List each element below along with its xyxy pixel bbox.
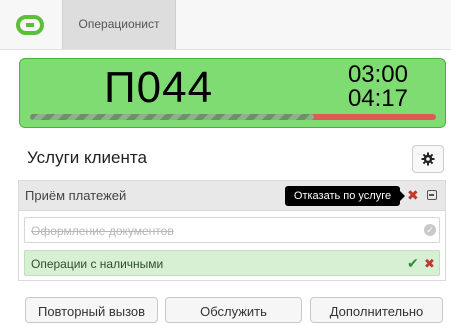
ticket-number: П044 <box>104 63 214 112</box>
service-item-label: Оформление документов <box>31 224 174 238</box>
tooltip-arrow <box>400 191 405 201</box>
check-circle-icon: ✓ <box>424 224 436 236</box>
check-icon[interactable]: ✔ <box>407 255 419 272</box>
section-title: Услуги клиента <box>27 148 147 167</box>
service-group-label: Приём платежей <box>25 188 127 203</box>
collapse-icon[interactable] <box>427 190 437 200</box>
tooltip: Отказать по услуге <box>285 186 400 206</box>
timer-secondary: 04:17 <box>347 85 408 112</box>
serve-button[interactable]: Обслужить <box>165 297 302 323</box>
settings-button[interactable] <box>412 145 444 173</box>
service-item-label: Операции с наличными <box>31 257 164 271</box>
tab-operator[interactable]: Операционист <box>62 0 176 49</box>
gear-icon <box>421 152 435 166</box>
service-group-header[interactable]: Приём платежей Отказать по услуге ✖ <box>19 181 445 211</box>
recall-button[interactable]: Повторный вызов <box>25 297 158 323</box>
ticket-panel: П044 03:00 04:17 <box>19 58 446 128</box>
top-bar: Операционист <box>0 0 451 50</box>
reject-icon[interactable]: ✖ <box>424 256 435 272</box>
service-time-progress <box>30 114 436 120</box>
services-list: Приём платежей Отказать по услуге ✖ Офор… <box>18 180 446 281</box>
ring-logo-icon <box>16 15 44 35</box>
service-item[interactable]: Оформление документов ✓ <box>24 217 440 243</box>
service-item[interactable]: Операции с наличными ✔ ✖ <box>24 250 440 276</box>
more-button[interactable]: Дополнительно <box>310 297 443 323</box>
progress-fill <box>30 114 315 120</box>
reject-icon[interactable]: ✖ <box>407 187 419 204</box>
